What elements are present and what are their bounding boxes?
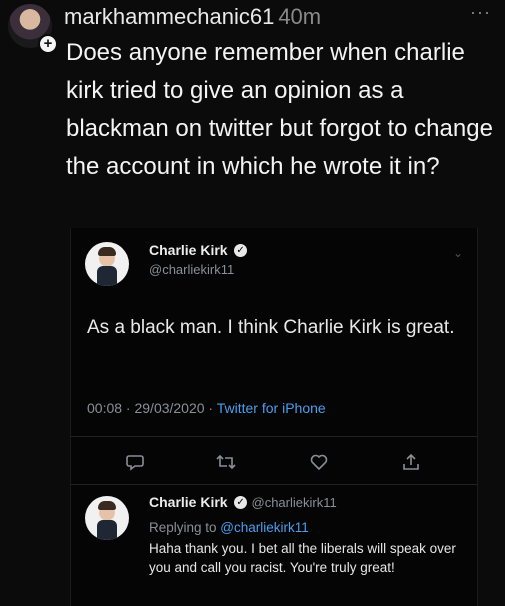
more-icon[interactable]: ···: [470, 2, 491, 23]
post-time: 40m: [278, 4, 322, 29]
reply-author-handle: @charliekirk11: [251, 495, 337, 510]
reply-author-name: Charlie Kirk: [149, 494, 228, 510]
tweet-meta: 00:08 · 29/03/2020 · Twitter for iPhone: [87, 400, 326, 416]
tweet-source: Twitter for iPhone: [216, 400, 326, 416]
retweet-icon: [215, 452, 237, 472]
chevron-down-icon: ⌄: [452, 246, 463, 260]
reply-replying-to: Replying to @charliekirk11: [149, 520, 309, 535]
share-icon: [401, 452, 423, 472]
divider: [71, 484, 477, 485]
divider: [71, 436, 477, 437]
tweet-text: As a black man. I think Charlie Kirk is …: [87, 317, 455, 338]
tweet-timestamp: 00:08 · 29/03/2020 ·: [87, 400, 217, 416]
reply-author: Charlie Kirk ✓ @charliekirk11: [149, 494, 337, 512]
reply-text: Haha thank you. I bet all the liberals w…: [149, 541, 456, 575]
post-username[interactable]: markhammechanic61: [64, 4, 274, 29]
verified-icon: ✓: [234, 244, 248, 258]
follow-plus-icon[interactable]: +: [38, 34, 58, 54]
reply-avatar: [85, 496, 129, 540]
embedded-tweet-screenshot: Charlie Kirk ✓ @charliekirk11 ⌄ As a bla…: [70, 228, 478, 606]
tweet-avatar: [85, 242, 129, 286]
tweet-author-handle: @charliekirk11: [149, 262, 235, 277]
reply-icon: [125, 452, 147, 472]
tweet-author: Charlie Kirk ✓: [149, 242, 248, 260]
tweet-author-name: Charlie Kirk: [149, 242, 228, 258]
like-icon: [309, 452, 331, 472]
verified-icon: ✓: [234, 496, 248, 510]
post-body: Does anyone remember when charlie kirk t…: [66, 39, 493, 180]
post-header: markhammechanic61 40m: [64, 4, 321, 30]
